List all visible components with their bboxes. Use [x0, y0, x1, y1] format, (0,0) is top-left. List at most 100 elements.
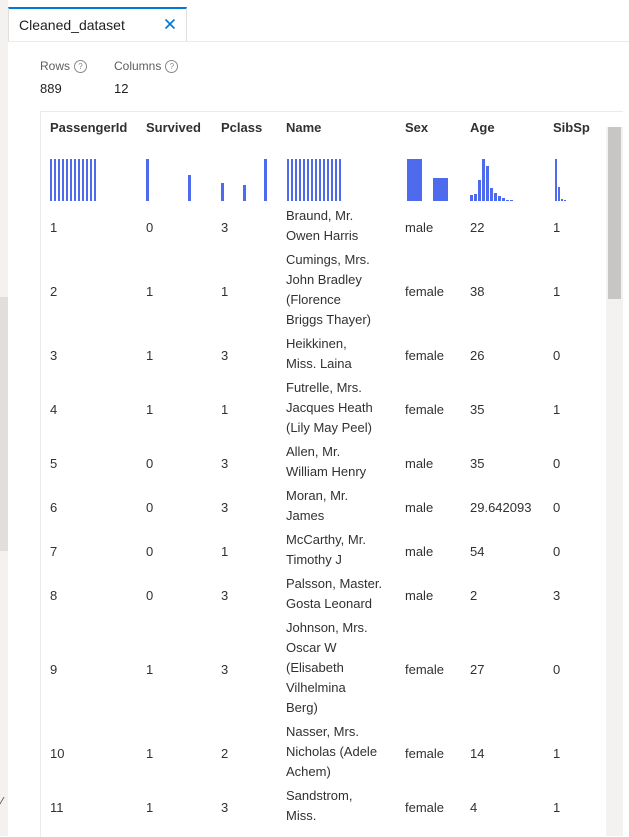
name-line: Vilhelmina: [286, 680, 346, 695]
column-header-sex[interactable]: Sex: [405, 120, 428, 135]
table-row[interactable]: 5 0 3 Allen, Mr. William Henry male 35 0: [41, 442, 611, 486]
rows-label: Rows: [40, 59, 71, 73]
histogram-bar: [62, 159, 64, 201]
name-line: John Bradley: [286, 272, 362, 287]
histogram-sex: [407, 156, 448, 201]
cell-sex: male: [405, 588, 434, 603]
histogram-bar: [494, 193, 497, 201]
cell-sex: female: [405, 800, 445, 815]
cell-pclass: 2: [221, 746, 229, 761]
cell-name: McCarthy, Mr. Timothy J: [286, 530, 386, 570]
table-row[interactable]: 11 1 3 Sandstrom, Miss. female 4 1: [41, 786, 611, 830]
table-header-row: PassengerId Survived Pclass Name Sex Age…: [41, 112, 611, 144]
table-row[interactable]: 6 0 3 Moran, Mr. James male 29.642093 0: [41, 486, 611, 530]
histogram-bar: [50, 159, 52, 201]
cell-pclass: 3: [221, 456, 229, 471]
histogram-bar: [54, 159, 56, 201]
histogram-bar: [490, 188, 493, 201]
table-row[interactable]: 9 1 3 Johnson, Mrs. Oscar W (Elisabeth Vilhelm…: [41, 618, 611, 722]
cell-passengerid: 8: [50, 588, 58, 603]
cell-sex: male: [405, 500, 434, 515]
name-line: Braund, Mr.: [286, 208, 354, 223]
column-header-survived[interactable]: Survived: [146, 120, 201, 135]
columns-stat: Columns ? 12: [114, 59, 179, 96]
histogram-age: [470, 156, 514, 201]
cell-sex: male: [405, 544, 434, 559]
name-line: Owen Harris: [286, 228, 359, 243]
cell-passengerid: 10: [50, 746, 65, 761]
cell-sex: female: [405, 402, 445, 417]
cell-name: Braund, Mr. Owen Harris: [286, 206, 386, 246]
histogram-bar: [146, 159, 149, 201]
info-icon[interactable]: ?: [165, 59, 179, 73]
histogram-bar: [558, 187, 560, 201]
histogram-bar: [339, 159, 341, 201]
histogram-bar: [502, 198, 505, 201]
tab-cleaned-dataset[interactable]: Cleaned_dataset: [8, 7, 187, 41]
histogram-name: [287, 156, 341, 201]
histogram-bar: [70, 159, 72, 201]
scrollbar-thumb[interactable]: [608, 127, 621, 299]
cell-age: 38: [470, 284, 485, 299]
histogram-bar: [243, 185, 246, 201]
cell-survived: 0: [146, 220, 154, 235]
rows-value: 889: [40, 81, 62, 96]
cell-passengerid: 3: [50, 348, 58, 363]
histogram-bar: [319, 159, 321, 201]
histogram-bar: [82, 159, 84, 201]
table-row[interactable]: 8 0 3 Palsson, Master. Gosta Leonard male 2 3: [41, 574, 611, 618]
histogram-bar: [58, 159, 60, 201]
close-icon[interactable]: [160, 14, 180, 34]
cell-age: 22: [470, 220, 485, 235]
cell-name: Johnson, Mrs. Oscar W (Elisabeth Vilhelmina…: [286, 618, 386, 718]
table-row[interactable]: 3 1 3 Heikkinen, Miss. Laina female 26 0: [41, 334, 611, 378]
histogram-bar: [506, 200, 509, 201]
name-line: Timothy J: [286, 552, 342, 567]
column-header-name[interactable]: Name: [286, 120, 321, 135]
info-icon[interactable]: ?: [74, 59, 88, 73]
cell-name: Allen, Mr. William Henry: [286, 442, 386, 482]
cell-passengerid: 9: [50, 662, 58, 677]
background-app-edge: ⁄: [0, 0, 8, 836]
tab-title: Cleaned_dataset: [19, 17, 125, 33]
cell-sibsp: 1: [553, 746, 561, 761]
cell-age: 26: [470, 348, 485, 363]
cell-passengerid: 1: [50, 220, 58, 235]
tab-bar: Cleaned_dataset: [8, 0, 629, 42]
column-header-passengerid[interactable]: PassengerId: [50, 120, 127, 135]
cell-pclass: 1: [221, 544, 229, 559]
cell-survived: 1: [146, 402, 154, 417]
table-row[interactable]: 2 1 1 Cumings, Mrs. John Bradley (Florence Bri…: [41, 250, 611, 334]
histogram-bar: [510, 200, 513, 201]
column-header-age[interactable]: Age: [470, 120, 495, 135]
table-row[interactable]: 4 1 1 Futrelle, Mrs. Jacques Heath (Lily May …: [41, 378, 611, 442]
cell-sex: male: [405, 456, 434, 471]
cell-name: Nasser, Mrs. Nicholas (Adele Achem): [286, 722, 386, 782]
histogram-bar: [486, 166, 489, 201]
histogram-bar: [66, 159, 68, 201]
table-row[interactable]: 10 1 2 Nasser, Mrs. Nicholas (Adele Achem) fem…: [41, 722, 611, 786]
cell-age: 2: [470, 588, 478, 603]
cell-passengerid: 5: [50, 456, 58, 471]
cell-passengerid: 4: [50, 402, 58, 417]
histogram-bar: [291, 159, 293, 201]
histogram-bar: [90, 159, 92, 201]
table-row[interactable]: 7 0 1 McCarthy, Mr. Timothy J male 54 0: [41, 530, 611, 574]
cell-pclass: 3: [221, 348, 229, 363]
column-header-pclass[interactable]: Pclass: [221, 120, 262, 135]
column-header-sibsp[interactable]: SibSp: [553, 120, 590, 135]
name-line: Achem): [286, 764, 331, 779]
vertical-scrollbar[interactable]: [606, 127, 623, 836]
cell-sex: female: [405, 284, 445, 299]
histogram-bar: [311, 159, 313, 201]
histogram-bar: [94, 159, 96, 201]
histogram-bar: [78, 159, 80, 201]
histogram-survived: [146, 156, 191, 201]
cell-pclass: 3: [221, 220, 229, 235]
cell-age: 27: [470, 662, 485, 677]
histogram-bar: [221, 183, 224, 201]
cell-sibsp: 0: [553, 348, 561, 363]
name-line: Nicholas (Adele: [286, 744, 378, 759]
cell-passengerid: 7: [50, 544, 58, 559]
table-row[interactable]: 1 0 3 Braund, Mr. Owen Harris male 22 1: [41, 206, 611, 250]
